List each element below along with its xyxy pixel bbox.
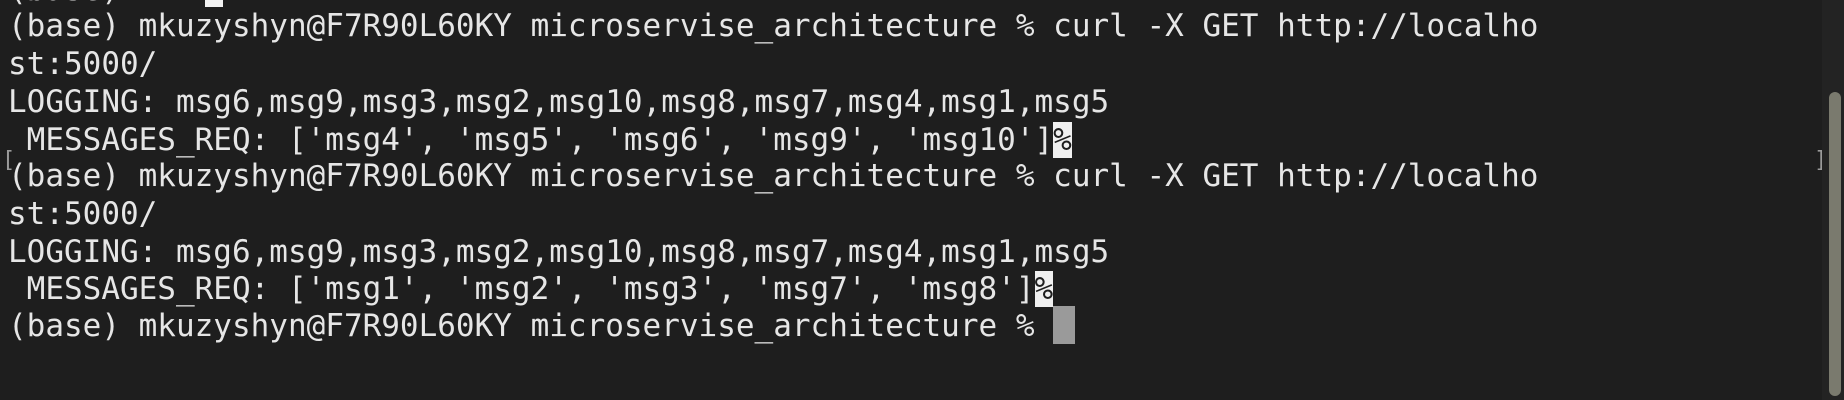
terminal-window[interactable]: (base) (base) mkuzyshyn@F7R90L60KY micro… <box>0 0 1844 400</box>
mark-bracket-left: [ <box>2 148 16 173</box>
current-prompt: (base) mkuzyshyn@F7R90L60KY microservise… <box>8 308 1054 344</box>
end-of-line-marker: % <box>1034 271 1054 307</box>
terminal-line-1: (base) mkuzyshyn@F7R90L60KY microservise… <box>8 8 1539 44</box>
scrollbar-track[interactable] <box>1822 0 1844 400</box>
end-of-line-marker: % <box>1053 122 1072 158</box>
messages-req-output: MESSAGES_REQ: ['msg1', 'msg2', 'msg3', '… <box>8 271 1035 307</box>
messages-req-output: MESSAGES_REQ: ['msg4', 'msg5', 'msg6', '… <box>8 122 1054 158</box>
terminal-line-9[interactable]: (base) mkuzyshyn@F7R90L60KY microservise… <box>8 304 1076 348</box>
terminal-line-5: (base) mkuzyshyn@F7R90L60KY microservise… <box>8 158 1539 194</box>
scrollbar-thumb[interactable] <box>1829 92 1841 396</box>
text-cursor <box>1053 306 1076 344</box>
